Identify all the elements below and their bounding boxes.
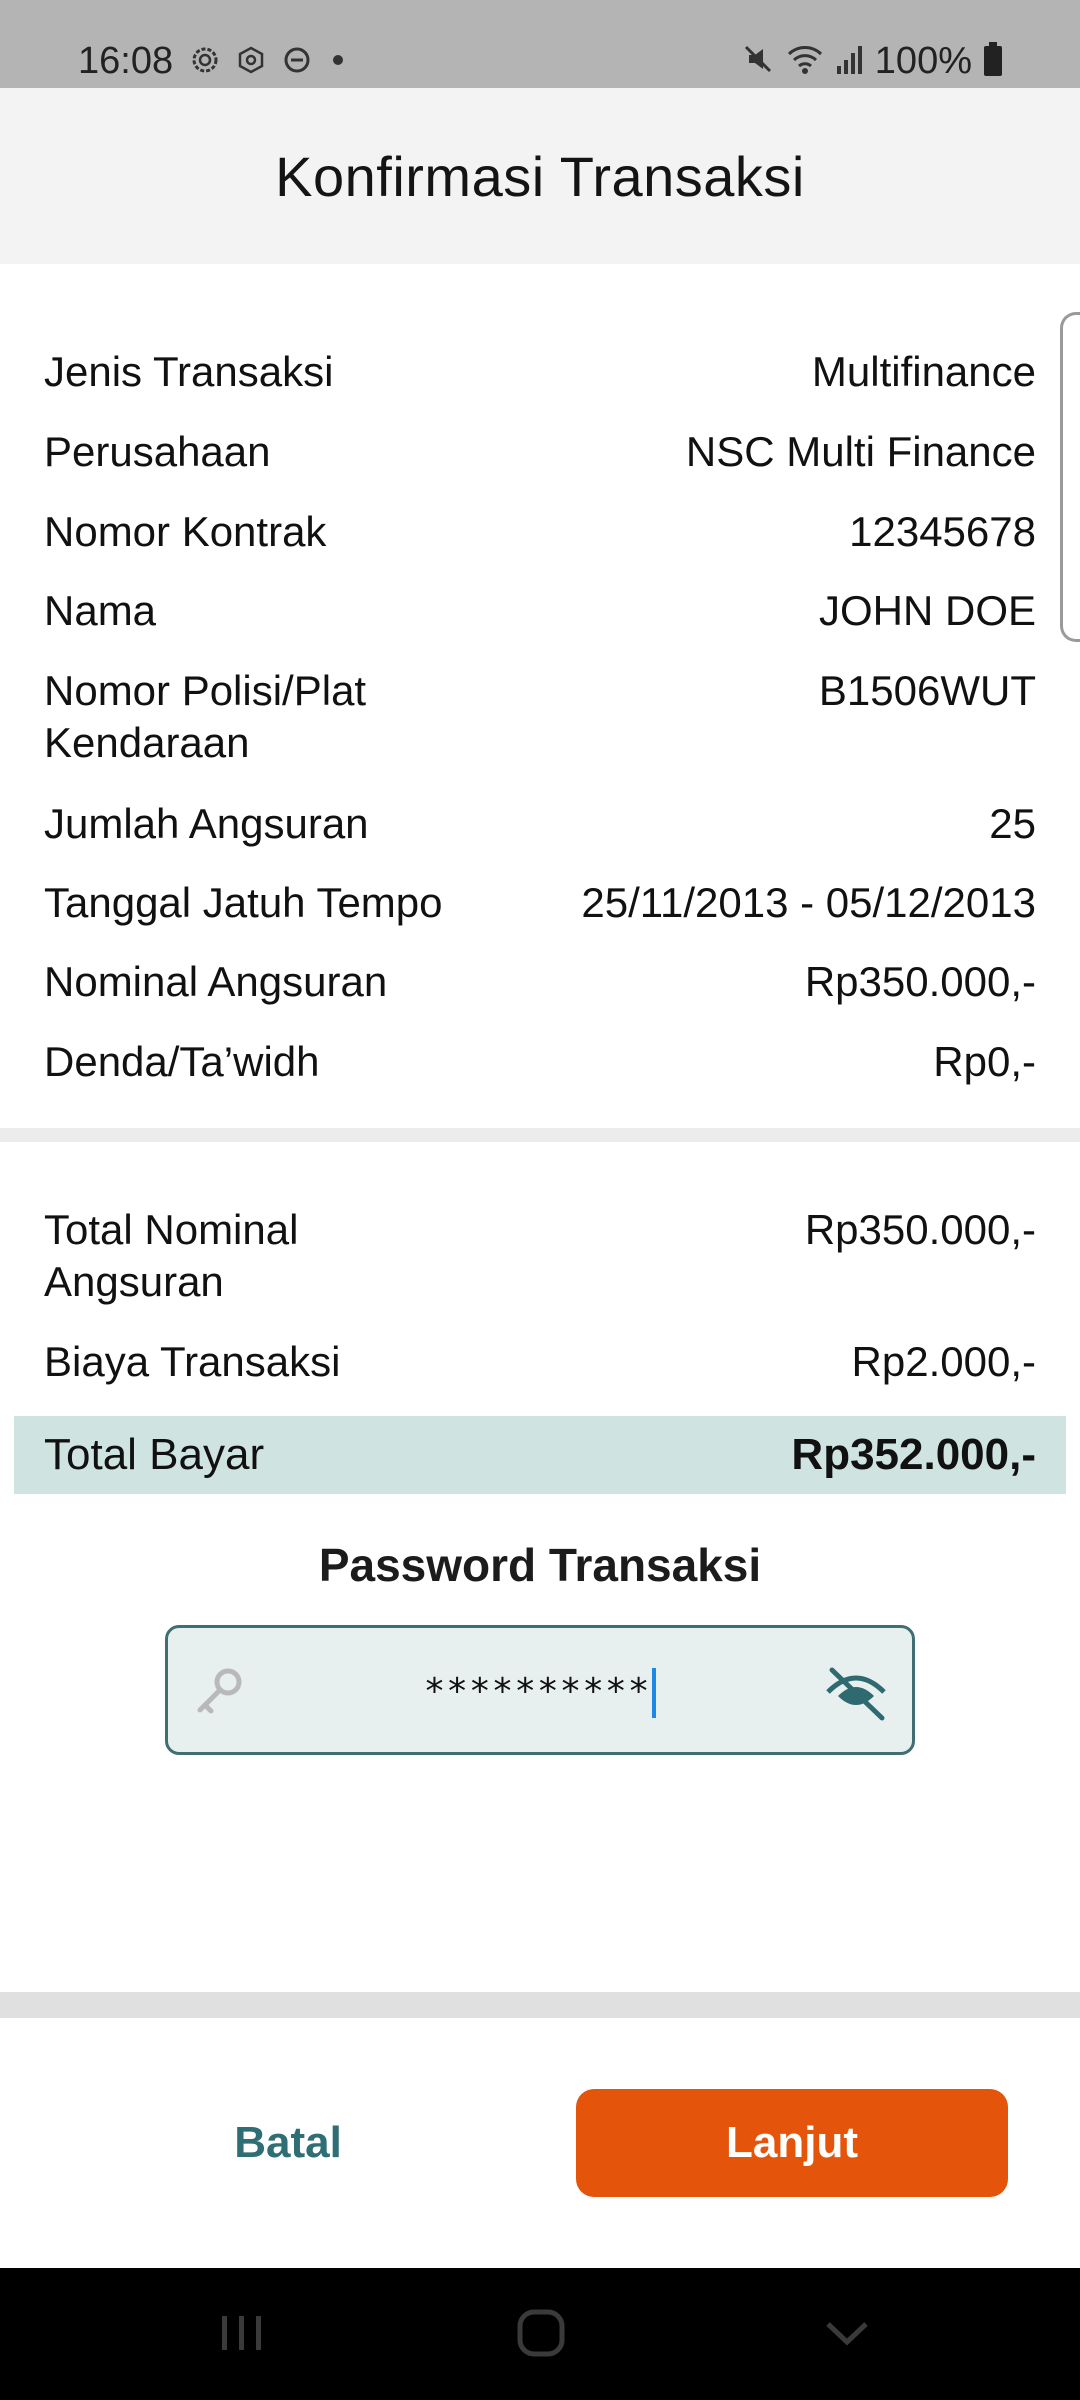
detail-label: Perusahaan xyxy=(44,428,271,475)
detail-row-nomor-kontrak: Nomor Kontrak 12345678 xyxy=(44,506,1036,558)
status-right-icons: 100% xyxy=(741,38,1004,84)
password-field[interactable]: ********** xyxy=(165,1625,915,1755)
detail-value: Multifinance xyxy=(811,348,1036,395)
gear-outline-icon xyxy=(236,45,266,75)
detail-row-tanggal-jatuh-tempo: Tanggal Jatuh Tempo 25/11/2013 - 05/12/2… xyxy=(44,877,1036,929)
summary-label: Biaya Transaksi xyxy=(44,1338,341,1385)
detail-label: Nomor Kontrak xyxy=(44,508,327,555)
settings-gear-icon xyxy=(190,45,220,75)
eye-off-icon[interactable] xyxy=(824,1662,888,1727)
recent-apps-icon[interactable] xyxy=(218,2308,266,2363)
password-input[interactable]: ********** xyxy=(168,1668,912,1718)
detail-row-nama: Nama JOHN DOE xyxy=(44,585,1036,637)
total-label: Total Bayar xyxy=(44,1430,265,1479)
detail-value: Rp350.000,- xyxy=(804,958,1036,1005)
summary-label: Total Nominal Angsuran xyxy=(44,1206,299,1305)
scroll-indicator[interactable] xyxy=(1060,312,1080,642)
password-masked-value: ********** xyxy=(423,1671,651,1712)
detail-label: Jumlah Angsuran xyxy=(44,800,369,847)
detail-label: Nomor Polisi/Plat Kendaraan xyxy=(44,667,367,766)
status-left-icons xyxy=(190,42,348,78)
detail-label: Tanggal Jatuh Tempo xyxy=(44,879,443,926)
detail-label: Nama xyxy=(44,587,157,634)
detail-row-nomor-polisi: Nomor Polisi/Plat Kendaraan B1506WUT xyxy=(44,665,1036,769)
detail-row-perusahaan: Perusahaan NSC Multi Finance xyxy=(44,426,1036,478)
page-header: Konfirmasi Transaksi xyxy=(0,88,1080,264)
detail-label: Denda/Ta’widh xyxy=(44,1038,320,1085)
text-caret xyxy=(652,1668,657,1718)
detail-value: 25 xyxy=(989,800,1036,847)
detail-value: 25/11/2013 - 05/12/2013 xyxy=(581,879,1036,926)
battery-percent: 100% xyxy=(874,40,972,82)
back-chevron-down-icon[interactable] xyxy=(822,2308,872,2363)
navigation-bar xyxy=(0,2268,1080,2400)
status-time: 16:08 xyxy=(78,40,174,82)
total-bayar-row: Total Bayar Rp352.000,- xyxy=(14,1416,1066,1494)
cancel-button[interactable]: Batal xyxy=(188,2090,388,2196)
signal-icon xyxy=(835,42,865,81)
footer-separator xyxy=(0,1992,1080,2018)
detail-row-jumlah-angsuran: Jumlah Angsuran 25 xyxy=(44,798,1036,850)
detail-row-denda: Denda/Ta’widh Rp0,- xyxy=(44,1036,1036,1088)
home-icon[interactable] xyxy=(516,2308,566,2363)
wifi-icon xyxy=(785,42,825,81)
detail-value: JOHN DOE xyxy=(818,587,1036,634)
do-not-disturb-icon xyxy=(282,45,312,75)
detail-row-nominal-angsuran: Nominal Angsuran Rp350.000,- xyxy=(44,956,1036,1008)
detail-value: NSC Multi Finance xyxy=(685,428,1036,475)
summary-value: Rp350.000,- xyxy=(804,1206,1036,1253)
summary-row-biaya-transaksi: Biaya Transaksi Rp2.000,- xyxy=(44,1336,1036,1388)
detail-value: B1506WUT xyxy=(818,667,1036,714)
battery-icon xyxy=(982,41,1004,82)
dot-icon xyxy=(328,45,348,75)
total-value: Rp352.000,- xyxy=(791,1430,1036,1479)
summary-row-total-nominal: Total Nominal Angsuran Rp350.000,- xyxy=(44,1204,1036,1308)
detail-label: Jenis Transaksi xyxy=(44,348,334,395)
detail-value: 12345678 xyxy=(849,508,1036,555)
detail-value: Rp0,- xyxy=(933,1038,1036,1085)
summary-value: Rp2.000,- xyxy=(851,1338,1036,1385)
page-title: Konfirmasi Transaksi xyxy=(275,144,805,208)
next-button[interactable]: Lanjut xyxy=(576,2089,1008,2197)
status-bar: 16:08 100% xyxy=(0,0,1080,88)
section-divider xyxy=(0,1128,1080,1142)
password-label: Password Transaksi xyxy=(318,1539,762,1591)
mute-icon xyxy=(741,42,775,81)
detail-row-jenis-transaksi: Jenis Transaksi Multifinance xyxy=(44,346,1036,398)
detail-label: Nominal Angsuran xyxy=(44,958,388,1005)
